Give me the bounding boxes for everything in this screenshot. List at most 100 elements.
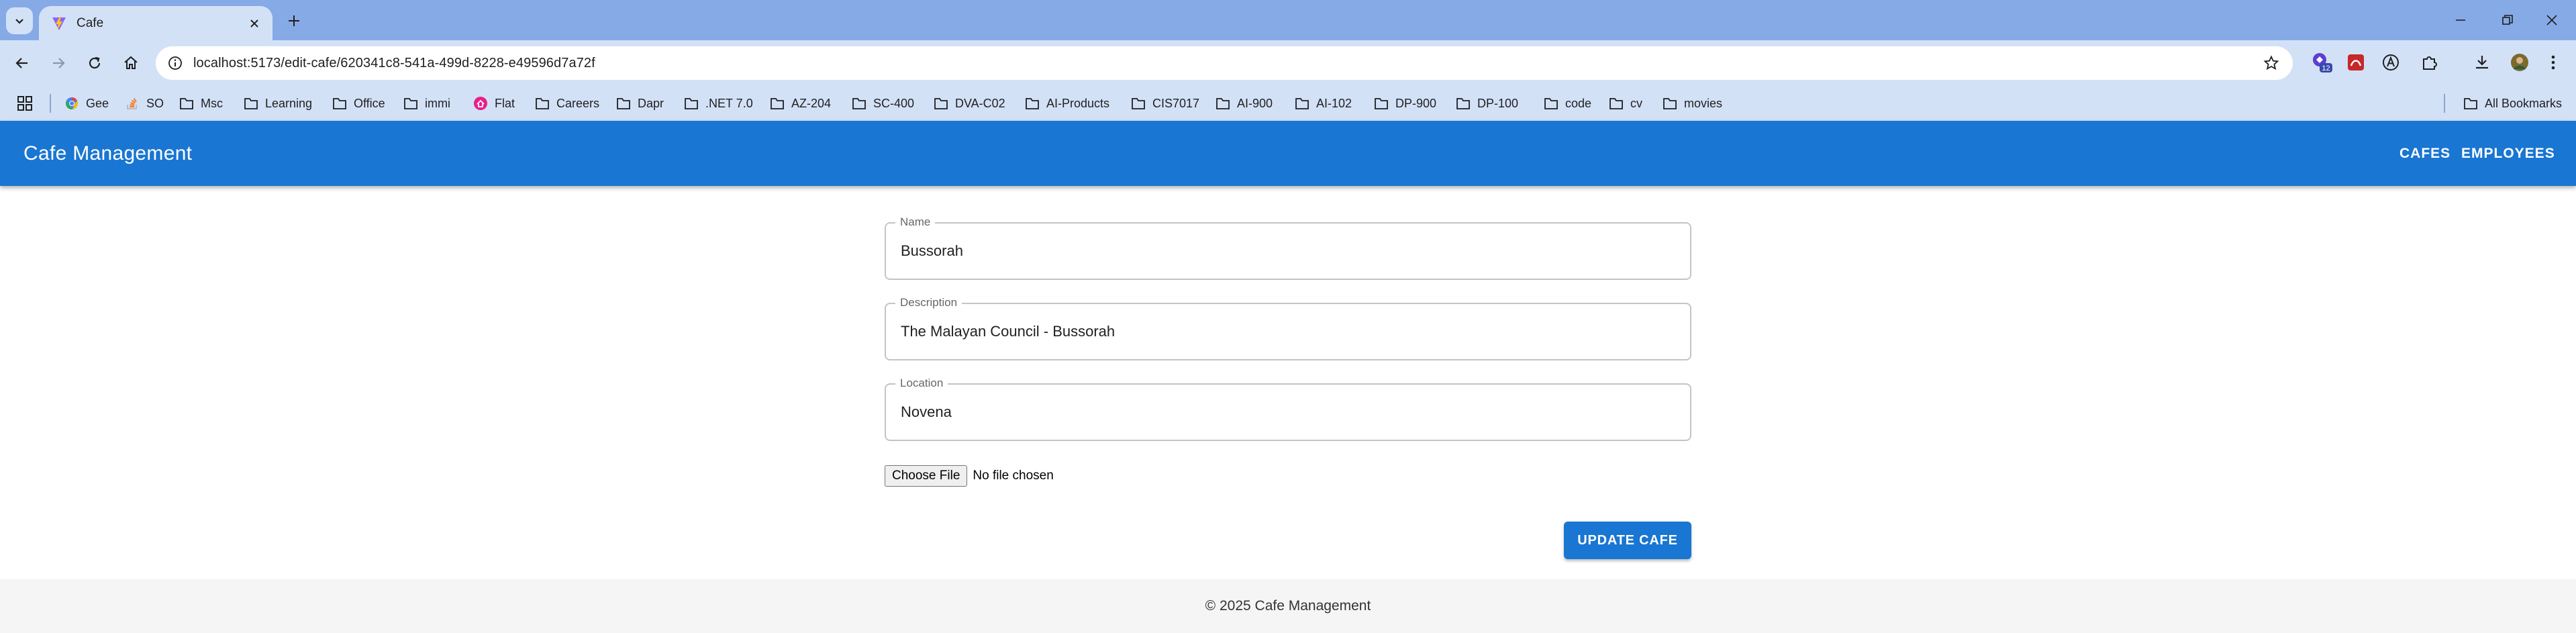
all-bookmarks-button[interactable]: All Bookmarks: [2463, 92, 2562, 115]
bookmark-item[interactable]: Msc: [179, 92, 223, 115]
vite-favicon-icon: [52, 16, 66, 30]
bookmark-item[interactable]: AZ-204: [769, 92, 831, 115]
restore-window-button[interactable]: [2491, 7, 2524, 34]
tab-search-button[interactable]: [6, 7, 33, 34]
bookmark-item[interactable]: SC-400: [851, 92, 914, 115]
bookmark-label: cv: [1630, 96, 1642, 110]
folder-icon: [1455, 95, 1471, 111]
bookmark-label: SO: [146, 96, 164, 110]
extension-badge-count: 12: [2322, 64, 2330, 72]
minimize-window-button[interactable]: [2444, 7, 2477, 34]
bookmark-label: DVA-C02: [955, 96, 1005, 110]
folder-icon: [403, 95, 419, 111]
bookmark-item[interactable]: Flat: [473, 92, 515, 115]
bookmark-label: SC-400: [873, 96, 915, 110]
bookmarks-bar: Gee SO Msc Learning Office immi Flat Careers Dap…: [0, 85, 2576, 121]
chevron-down-icon: [15, 19, 23, 24]
home-button[interactable]: [117, 50, 144, 77]
reload-button[interactable]: [81, 50, 108, 77]
bookmark-label: Learning: [265, 96, 313, 110]
bookmark-item[interactable]: Learning: [243, 92, 312, 115]
bookmark-item[interactable]: DP-100: [1455, 92, 1518, 115]
arrow-left-icon: [15, 58, 28, 68]
folder-icon: [332, 95, 348, 111]
bookmark-label: CIS7017: [1152, 96, 1200, 110]
bookmark-item[interactable]: AI-Products: [1024, 92, 1109, 115]
bookmark-label: AI-Products: [1046, 96, 1110, 110]
extensions-puzzle-icon[interactable]: [2418, 50, 2442, 75]
address-bar[interactable]: localhost:5173/edit-cafe/620341c8-541a-4…: [156, 46, 2293, 80]
bookmark-label: immi: [425, 96, 450, 110]
nav-link-employees[interactable]: EMPLOYEES: [2461, 121, 2555, 186]
browser-tab-strip: Cafe: [0, 0, 2576, 40]
file-status-text: No file chosen: [973, 469, 1054, 483]
folder-icon: [1130, 95, 1146, 111]
bookmark-label: .NET 7.0: [705, 96, 753, 110]
folder-icon: [1024, 95, 1040, 111]
update-cafe-button[interactable]: UPDATE CAFE: [1564, 522, 1691, 559]
choose-file-button[interactable]: Choose File: [885, 465, 968, 487]
url-text[interactable]: localhost:5173/edit-cafe/620341c8-541a-4…: [193, 56, 2259, 71]
close-tab-icon[interactable]: [244, 13, 264, 34]
folder-icon: [1215, 95, 1231, 111]
name-field[interactable]: Name Bussorah: [885, 215, 1691, 280]
pdf-extension-icon[interactable]: [2344, 50, 2368, 75]
bookmark-item[interactable]: Office: [332, 92, 385, 115]
description-input-value[interactable]: The Malayan Council - Bussorah: [901, 304, 1115, 359]
bookmark-item[interactable]: DVA-C02: [933, 92, 1005, 115]
bookmark-label: Gee: [86, 96, 109, 110]
site-info-icon[interactable]: [165, 53, 185, 73]
bookmark-item[interactable]: AI-900: [1215, 92, 1273, 115]
bookmark-label: movies: [1684, 96, 1723, 110]
bookmark-item[interactable]: AI-102: [1294, 92, 1352, 115]
nav-link-cafes[interactable]: CAFES: [2399, 121, 2450, 186]
location-input-value[interactable]: Novena: [901, 385, 952, 440]
bookmark-item[interactable]: Dapr: [615, 92, 664, 115]
close-window-button[interactable]: [2536, 7, 2568, 34]
description-field[interactable]: Description The Malayan Council - Bussor…: [885, 296, 1691, 360]
bookmark-item[interactable]: CIS7017: [1130, 92, 1199, 115]
forward-button[interactable]: [45, 50, 72, 77]
arrow-right-icon: [53, 58, 65, 68]
browser-tab-active[interactable]: Cafe: [39, 6, 273, 40]
bookmark-label: Msc: [201, 96, 223, 110]
bookmark-label: AI-900: [1237, 96, 1273, 110]
bookmarks-divider: [2444, 94, 2445, 113]
bookmark-item[interactable]: SO: [124, 92, 164, 115]
plus-icon: [289, 15, 299, 26]
circle-a-extension-icon[interactable]: [2379, 50, 2403, 75]
bookmark-item[interactable]: DP-900: [1373, 92, 1436, 115]
bookmark-item[interactable]: movies: [1662, 92, 1722, 115]
bookmark-item[interactable]: Careers: [534, 92, 599, 115]
bookmark-item[interactable]: immi: [403, 92, 450, 115]
home-icon: [124, 56, 138, 69]
name-input-value[interactable]: Bussorah: [901, 224, 963, 279]
download-icon[interactable]: [2470, 50, 2494, 75]
folder-icon: [851, 95, 867, 111]
folder-icon: [1543, 95, 1559, 111]
bookmark-item[interactable]: code: [1543, 92, 1591, 115]
bookmark-label: Dapr: [638, 96, 664, 110]
folder-icon: [1662, 95, 1678, 111]
file-upload: Choose File No file chosen: [885, 465, 1054, 487]
bookmark-star-icon[interactable]: [2259, 51, 2283, 75]
bookmark-label: code: [1565, 96, 1592, 110]
bookmark-item[interactable]: Gee: [64, 92, 109, 115]
back-button[interactable]: [9, 50, 36, 77]
location-field[interactable]: Location Novena: [885, 377, 1691, 441]
extension-badge-icon[interactable]: 12: [2310, 50, 2334, 75]
footer-text: © 2025 Cafe Management: [1205, 598, 1371, 614]
stackoverflow-icon: [124, 95, 140, 111]
bookmark-label: DP-900: [1395, 96, 1437, 110]
profile-avatar-icon[interactable]: [2508, 50, 2532, 75]
chrome-icon: [64, 95, 80, 111]
bookmarks-divider: [50, 94, 51, 113]
bookmark-item[interactable]: .NET 7.0: [683, 92, 753, 115]
folder-icon: [179, 95, 195, 111]
folder-icon: [1294, 95, 1310, 111]
new-tab-button[interactable]: [282, 9, 306, 33]
browser-menu-icon[interactable]: [2541, 50, 2565, 75]
apps-grid-icon[interactable]: [15, 93, 35, 113]
bookmark-item[interactable]: cv: [1608, 92, 1642, 115]
close-icon: [2546, 15, 2557, 26]
